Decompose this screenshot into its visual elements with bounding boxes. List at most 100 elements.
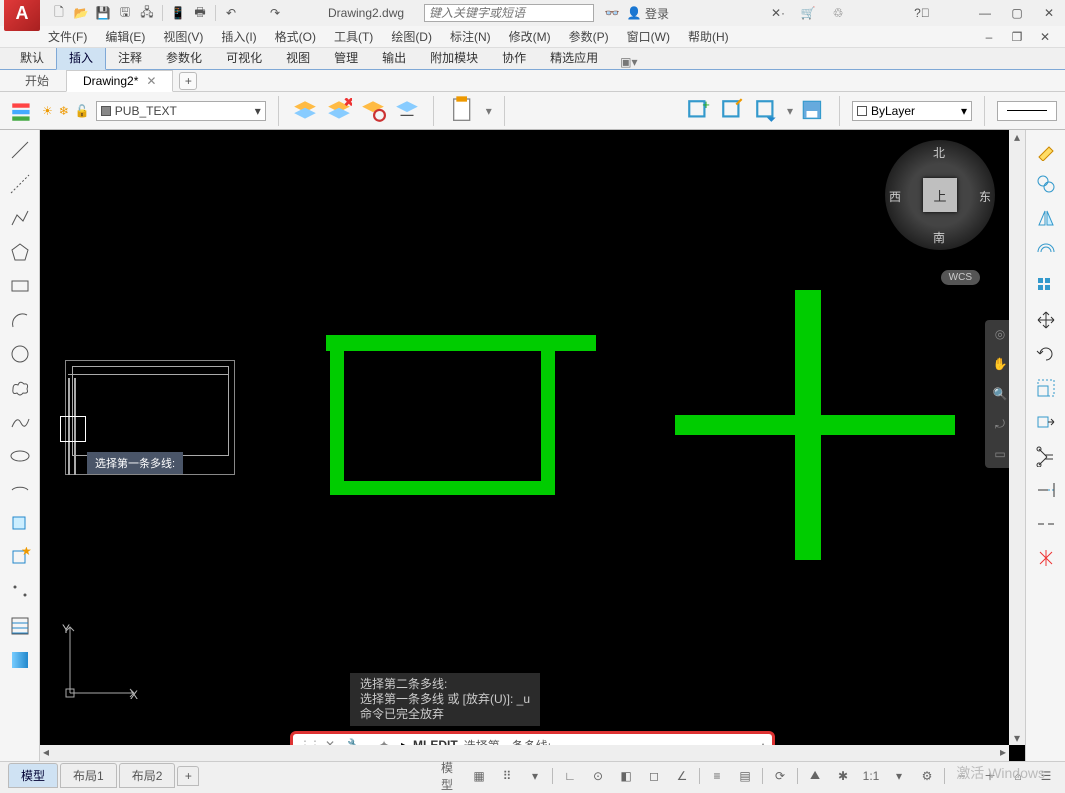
make-block-icon[interactable]: ★: [4, 542, 36, 574]
mdi-minimize[interactable]: –: [977, 28, 1001, 46]
menu-window[interactable]: 窗口(W): [627, 28, 670, 45]
doctab-drawing2[interactable]: Drawing2* ✕: [66, 70, 173, 92]
point-tool-icon[interactable]: [4, 576, 36, 608]
layer-combo[interactable]: PUB_TEXT ▾: [96, 101, 266, 121]
layers-panel-icon1[interactable]: [291, 97, 319, 125]
layout-tab-2[interactable]: 布局2: [119, 763, 176, 788]
circle-tool-icon[interactable]: [4, 338, 36, 370]
vscrollbar[interactable]: ▴ ▾: [1009, 130, 1025, 745]
iso-icon[interactable]: ◧: [615, 766, 637, 786]
doctab-close-icon[interactable]: ✕: [146, 74, 156, 88]
color-combo[interactable]: ByLayer ▾: [852, 101, 972, 121]
gear-icon[interactable]: ⚙: [916, 766, 938, 786]
undo-icon[interactable]: ↶: [221, 3, 241, 23]
arc-tool-icon[interactable]: [4, 304, 36, 336]
rectangle-tool-icon[interactable]: [4, 270, 36, 302]
mirror-tool-icon[interactable]: [1030, 202, 1062, 234]
menu-insert[interactable]: 插入(I): [221, 28, 256, 45]
ribtab-addins[interactable]: 附加模块: [418, 46, 490, 69]
menu-edit[interactable]: 编辑(E): [105, 28, 145, 45]
maximize-button[interactable]: ▢: [1005, 4, 1029, 22]
ribtab-featured[interactable]: 精选应用: [538, 46, 610, 69]
insert-block-icon[interactable]: [4, 508, 36, 540]
block-dd[interactable]: ▾: [787, 104, 793, 118]
ellipse-arc-tool-icon[interactable]: [4, 474, 36, 506]
rotate-tool-icon[interactable]: [1030, 338, 1062, 370]
ribtab-collab[interactable]: 协作: [490, 46, 538, 69]
snap-icon[interactable]: ⠿: [496, 766, 518, 786]
ribtab-manage[interactable]: 管理: [322, 46, 370, 69]
otrack-icon[interactable]: ∠: [671, 766, 693, 786]
doctab-start[interactable]: 开始: [8, 68, 66, 93]
ribtab-visual[interactable]: 可视化: [214, 46, 274, 69]
undo-dropdown[interactable]: [243, 3, 263, 23]
viewcube-south[interactable]: 南: [933, 229, 945, 246]
layout-tab-model[interactable]: 模型: [8, 763, 58, 788]
save-icon[interactable]: 💾: [93, 3, 113, 23]
user-icon[interactable]: 👤: [624, 3, 644, 23]
menu-view[interactable]: 视图(V): [163, 28, 203, 45]
open-icon[interactable]: 📂: [71, 3, 91, 23]
ribtab-insert[interactable]: 插入: [56, 45, 106, 70]
explode-tool-icon[interactable]: [1030, 542, 1062, 574]
trans-icon[interactable]: ▤: [734, 766, 756, 786]
viewcube-east[interactable]: 东: [979, 188, 991, 205]
viewcube[interactable]: 北 南 东 西 上: [885, 140, 995, 250]
mdi-close[interactable]: ✕: [1033, 28, 1057, 46]
search-icon[interactable]: 👓: [602, 3, 622, 23]
spline-tool-icon[interactable]: [4, 406, 36, 438]
trim-tool-icon[interactable]: [1030, 440, 1062, 472]
gradient-tool-icon[interactable]: [4, 644, 36, 676]
menu-format[interactable]: 格式(O): [275, 28, 316, 45]
array-tool-icon[interactable]: [1030, 270, 1062, 302]
menu-file[interactable]: 文件(F): [48, 28, 87, 45]
ann2-icon[interactable]: ✱: [832, 766, 854, 786]
polar-icon[interactable]: ⊙: [587, 766, 609, 786]
linetype-combo[interactable]: [997, 101, 1057, 121]
osnap-icon[interactable]: ◻: [643, 766, 665, 786]
layers-panel-icon2[interactable]: ✖: [325, 97, 353, 125]
phone-icon[interactable]: 📱: [168, 3, 188, 23]
nav-orbit-icon[interactable]: ⤾: [990, 414, 1010, 434]
wcs-badge[interactable]: WCS: [941, 270, 980, 285]
nav-wheel-icon[interactable]: ◎: [990, 324, 1010, 344]
menu-help[interactable]: 帮助(H): [688, 28, 729, 45]
scale-label[interactable]: 1:1: [860, 766, 882, 786]
block-insert-icon[interactable]: [753, 97, 781, 125]
mdi-restore[interactable]: ❐: [1005, 28, 1029, 46]
menu-modify[interactable]: 修改(M): [509, 28, 551, 45]
extend-tool-icon[interactable]: [1030, 474, 1062, 506]
viewcube-top[interactable]: 上: [923, 178, 957, 212]
minimize-button[interactable]: —: [973, 4, 997, 22]
new-icon[interactable]: 🗋: [49, 3, 69, 23]
layer-match-icon[interactable]: [393, 97, 421, 125]
nav-show-icon[interactable]: ▭: [990, 444, 1010, 464]
ribbon-min-icon[interactable]: ▣▾: [620, 55, 637, 69]
snap-dd[interactable]: ▾: [524, 766, 546, 786]
stretch-tool-icon[interactable]: [1030, 406, 1062, 438]
move-tool-icon[interactable]: [1030, 304, 1062, 336]
plot-icon[interactable]: 🖶: [190, 3, 210, 23]
redo-dropdown[interactable]: [287, 3, 307, 23]
drawing-canvas[interactable]: 北 南 东 西 上 WCS ◎ ✋ 🔍 ⤾ ▭: [40, 130, 1025, 761]
ribtab-output[interactable]: 输出: [370, 46, 418, 69]
cart-icon[interactable]: 🛒: [798, 3, 818, 23]
scale-tool-icon[interactable]: [1030, 372, 1062, 404]
exchange-icon[interactable]: ✕·: [768, 3, 788, 23]
paste-icon[interactable]: [446, 97, 480, 125]
hscrollbar[interactable]: ◂ ▸: [40, 745, 1009, 761]
paste-dd[interactable]: ▾: [486, 104, 492, 118]
grid-icon[interactable]: ▦: [468, 766, 490, 786]
redo-icon[interactable]: ↷: [265, 3, 285, 23]
menu-dim[interactable]: 标注(N): [450, 28, 491, 45]
menu-tools[interactable]: 工具(T): [334, 28, 373, 45]
ortho-icon[interactable]: ∟: [559, 766, 581, 786]
polygon-tool-icon[interactable]: [4, 236, 36, 268]
copy-tool-icon[interactable]: [1030, 168, 1062, 200]
app-logo[interactable]: A: [4, 0, 40, 31]
viewcube-west[interactable]: 西: [889, 188, 901, 205]
layout-tab-add[interactable]: +: [177, 766, 199, 786]
block-create-icon[interactable]: +: [685, 97, 713, 125]
ribtab-param[interactable]: 参数化: [154, 46, 214, 69]
model-space-button[interactable]: 模型: [440, 766, 462, 786]
